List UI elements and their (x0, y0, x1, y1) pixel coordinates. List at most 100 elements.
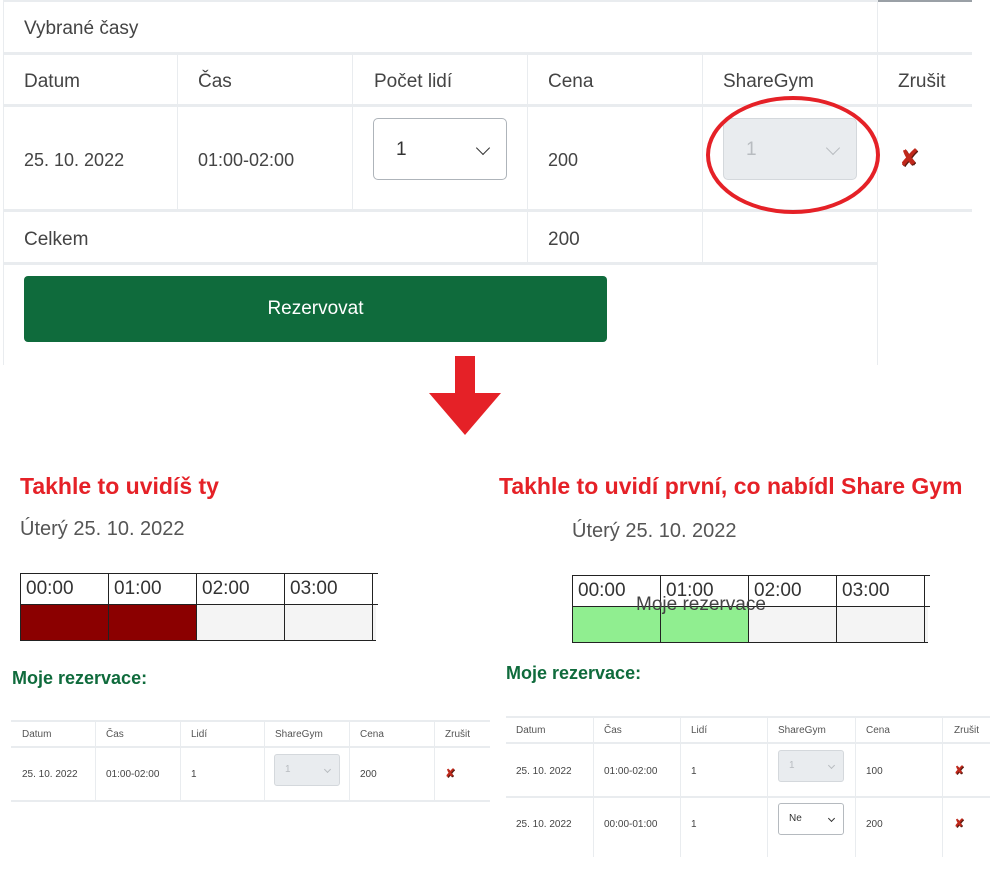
row-people: 1 (691, 819, 697, 830)
hour-label: 03:00 (284, 573, 372, 605)
divider (878, 0, 972, 2)
right-heading: Takhle to uvidí první, co nabídl Share G… (499, 473, 963, 499)
reserve-button[interactable]: Rezervovat (24, 276, 607, 342)
col-pocet-lidi: Počet lidí (374, 71, 453, 92)
col-datum: Datum (24, 71, 80, 92)
cancel-x-icon[interactable]: ✘ (445, 767, 455, 779)
row-time: 01:00-02:00 (198, 150, 295, 170)
divider (177, 54, 178, 211)
divider (95, 721, 96, 801)
divider (349, 721, 350, 801)
time-slot[interactable] (284, 605, 372, 641)
divider (506, 796, 990, 798)
row-price: 100 (866, 766, 883, 777)
col-cas: Čas (106, 729, 124, 740)
time-slot-partial (372, 605, 376, 641)
col-sharegym: ShareGym (778, 725, 826, 736)
time-slot[interactable] (836, 607, 924, 643)
hour-label: 01:00 (108, 573, 196, 605)
divider (3, 52, 972, 55)
row-date: 25. 10. 2022 (22, 769, 78, 780)
divider (434, 721, 435, 801)
sharegym-select[interactable]: Ne (778, 803, 844, 835)
right-day-label: Úterý 25. 10. 2022 (572, 520, 737, 542)
divider (506, 716, 990, 718)
divider (680, 717, 681, 857)
col-datum: Datum (516, 725, 546, 736)
divider (3, 0, 878, 2)
divider (702, 54, 703, 264)
divider (593, 717, 594, 857)
col-cena: Cena (548, 71, 594, 92)
divider (11, 720, 490, 722)
divider (11, 800, 490, 802)
col-datum: Datum (22, 729, 52, 740)
col-cas: Čas (198, 71, 232, 92)
total-label: Celkem (24, 229, 89, 250)
row-price: 200 (866, 819, 883, 830)
sharegym-value: 1 (285, 764, 291, 775)
cancel-x-icon[interactable]: ✘ (954, 817, 964, 829)
people-count-value: 1 (396, 139, 407, 160)
col-zrusit: Zrušit (898, 71, 946, 92)
selected-times-panel: Vybrané časy Datum Čas Počet lidí Cena S… (0, 0, 990, 365)
cancel-x-icon[interactable]: ✘ (954, 764, 964, 776)
time-slot[interactable] (108, 605, 196, 641)
row-date: 25. 10. 2022 (516, 819, 572, 830)
col-lidi: Lidí (691, 725, 708, 736)
sharegym-select[interactable]: 1 (778, 750, 844, 782)
chevron-down-icon (827, 814, 836, 823)
row-date: 25. 10. 2022 (24, 150, 125, 170)
hour-label-partial (924, 575, 930, 607)
col-cas: Čas (604, 725, 622, 736)
chevron-down-icon (827, 761, 836, 770)
time-slot-partial (924, 607, 928, 643)
row-price: 200 (548, 150, 579, 170)
arrow-down-icon (429, 356, 501, 435)
total-value: 200 (548, 229, 580, 250)
col-sharegym: ShareGym (275, 729, 323, 740)
col-sharegym: ShareGym (723, 71, 814, 92)
divider (767, 717, 768, 857)
divider (942, 717, 943, 857)
col-cena: Cena (360, 729, 384, 740)
hour-label: 00:00 (20, 573, 108, 605)
divider (3, 262, 878, 265)
row-people: 1 (691, 766, 697, 777)
divider (352, 54, 353, 211)
row-time: 00:00-01:00 (604, 819, 658, 830)
my-reservation-overlay: Moje rezervace (636, 594, 766, 615)
hour-label: 02:00 (196, 573, 284, 605)
sharegym-value: Ne (789, 813, 802, 824)
divider (855, 717, 856, 857)
section-title: Vybrané časy (24, 18, 139, 39)
annotation-circle (706, 96, 880, 214)
time-slot[interactable] (196, 605, 284, 641)
hour-label-partial (372, 573, 378, 605)
time-slot[interactable] (20, 605, 108, 641)
divider (3, 209, 972, 212)
people-count-select[interactable]: 1 (373, 118, 507, 180)
divider (264, 721, 265, 801)
sharegym-value: 1 (789, 760, 795, 771)
right-reservations-title: Moje rezervace: (506, 663, 642, 683)
col-zrusit: Zrušit (445, 729, 470, 740)
sharegym-select[interactable]: 1 (274, 754, 340, 786)
col-zrusit: Zrušit (954, 725, 979, 736)
row-time: 01:00-02:00 (106, 769, 160, 780)
row-date: 25. 10. 2022 (516, 766, 572, 777)
row-time: 01:00-02:00 (604, 766, 658, 777)
chevron-down-icon (323, 765, 332, 774)
col-lidi: Lidí (191, 729, 208, 740)
row-people: 1 (191, 769, 197, 780)
hour-label: 03:00 (836, 575, 924, 607)
divider (11, 746, 490, 748)
col-cena: Cena (866, 725, 890, 736)
left-day-label: Úterý 25. 10. 2022 (20, 518, 185, 540)
chevron-down-icon (475, 140, 491, 156)
row-price: 200 (360, 769, 377, 780)
divider (506, 742, 990, 744)
cancel-x-icon[interactable]: ✘ (899, 146, 919, 170)
left-heading: Takhle to uvidíš ty (20, 473, 219, 499)
divider (527, 54, 528, 264)
